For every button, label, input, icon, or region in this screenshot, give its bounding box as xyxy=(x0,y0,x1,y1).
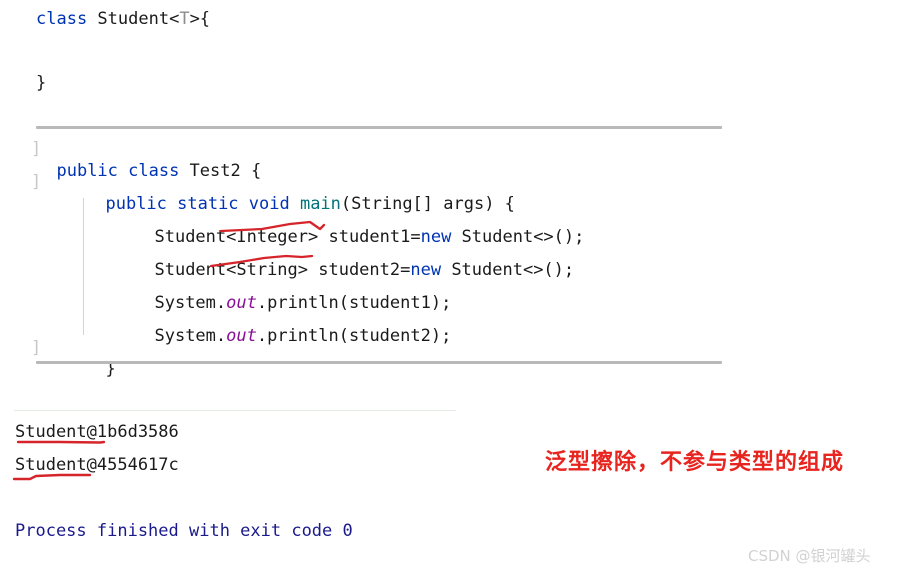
console-separator xyxy=(14,410,456,411)
code-token-text: System. xyxy=(154,326,227,346)
top-class-declaration-line: class Student<T>{ xyxy=(36,8,210,30)
console-exit-line: Process finished with exit code 0 xyxy=(15,521,353,541)
csdn-watermark: CSDN @银河罐头 xyxy=(748,547,871,565)
code-token-field-out: out xyxy=(226,326,257,346)
generic-type-parameter: T xyxy=(179,9,190,29)
code-token-text: .println(student2); xyxy=(256,326,452,346)
editor-separator-bottom xyxy=(36,361,722,364)
red-annotation-note: 泛型擦除，不参与类型的组成 xyxy=(545,449,845,475)
indent-guide-line xyxy=(83,198,84,335)
top-class-closing-brace: } xyxy=(36,73,47,93)
generic-close-brace: >{ xyxy=(189,9,211,29)
code-line-print2: System.out.println(student2); xyxy=(134,303,451,347)
code-token-text: Student<>(); xyxy=(441,260,575,280)
keyword-class: class xyxy=(36,9,88,29)
console-output-line-1: Student@1b6d3586 xyxy=(15,422,179,442)
code-line-closing-brace: } xyxy=(85,336,115,380)
fold-marker-3[interactable]: ] xyxy=(31,337,41,359)
console-output-line-2: Student@4554617c xyxy=(15,455,179,475)
editor-separator-top xyxy=(36,126,722,129)
class-name-student: Student< xyxy=(87,9,180,29)
